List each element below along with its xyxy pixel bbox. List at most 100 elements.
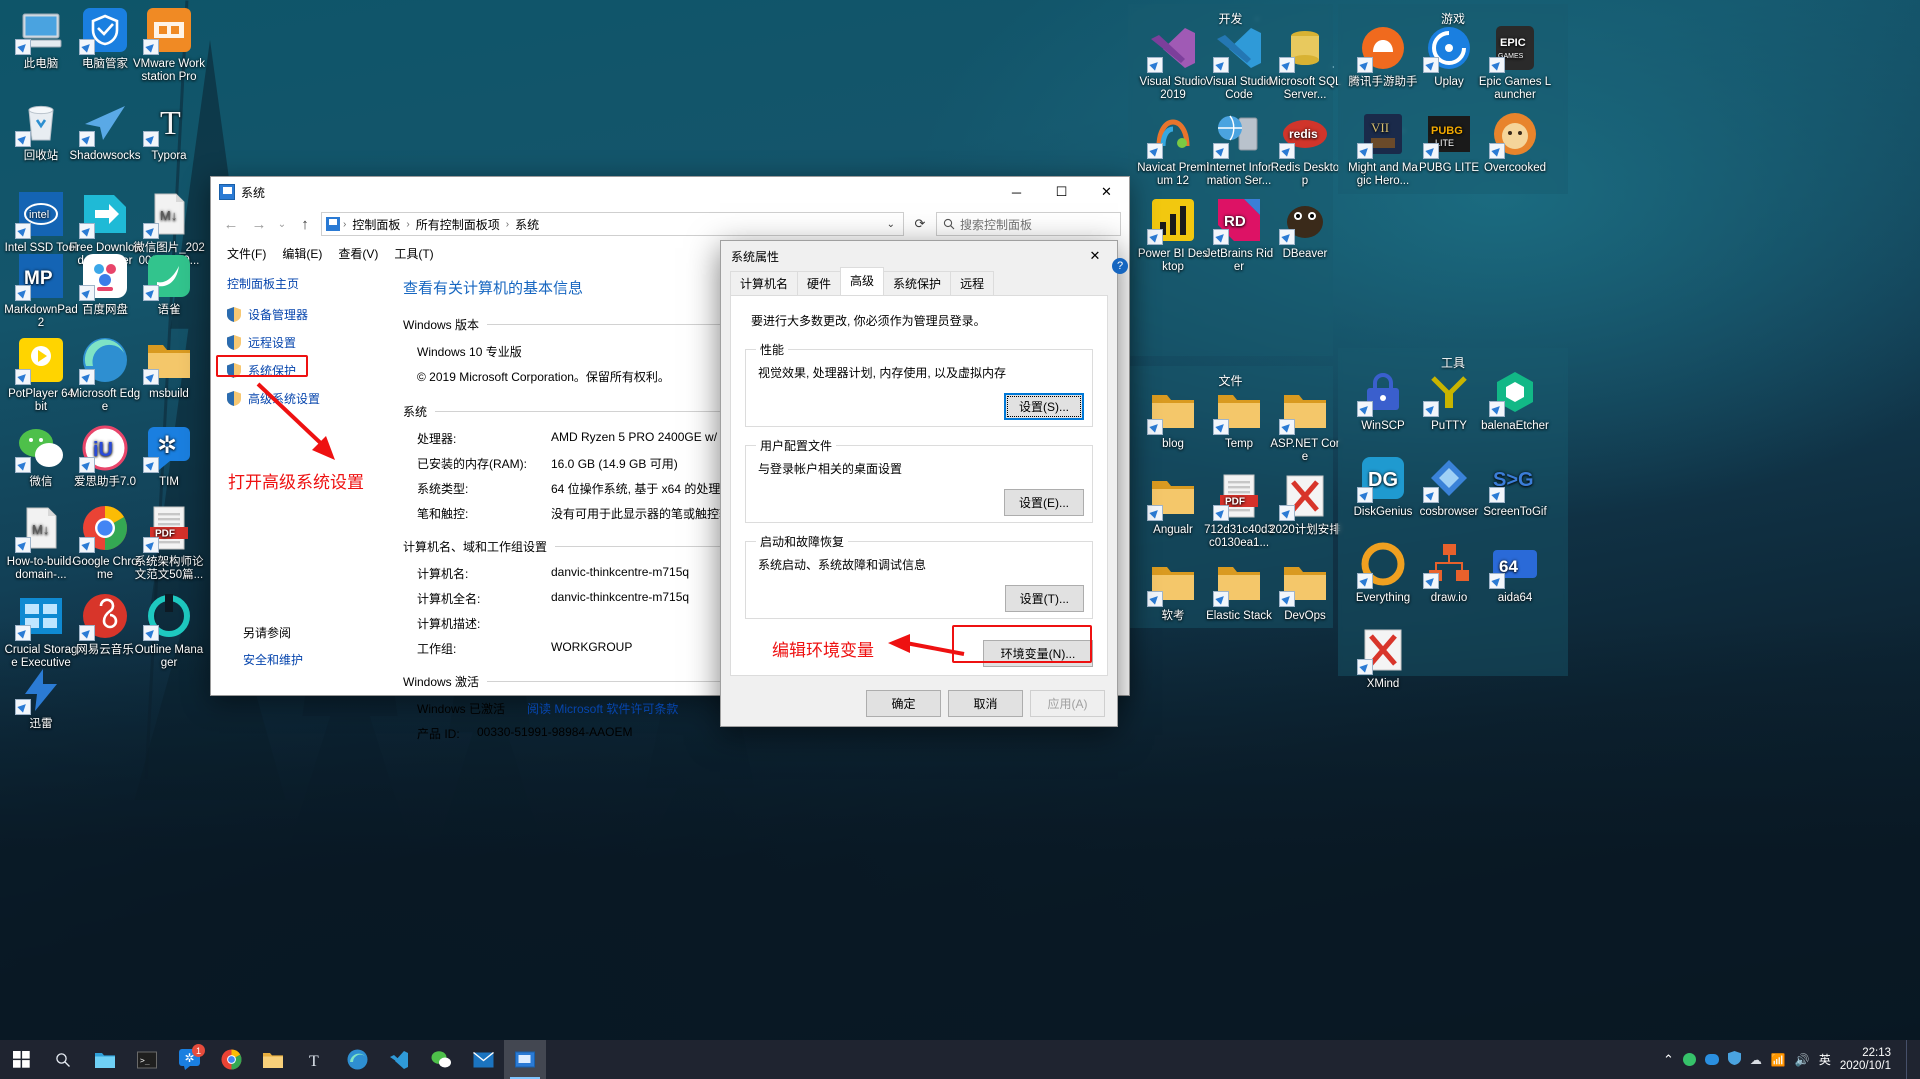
group-0-icon-7[interactable]: RD JetBrains Rider [1202, 196, 1276, 274]
breadcrumb-item-1[interactable]: 所有控制面板项 [413, 215, 503, 234]
menu-file[interactable]: 文件(F) [227, 245, 266, 262]
menu-view[interactable]: 查看(V) [338, 245, 378, 262]
minimize-button[interactable]: ─ [994, 177, 1039, 207]
desktop-icon-20[interactable]: PDF 系统架构师论文范文50篇... [132, 504, 206, 582]
desktop-icon-23[interactable]: Outline Manager [132, 592, 206, 670]
license-terms-link[interactable]: 阅读 Microsoft 软件许可条款 [527, 700, 678, 717]
group-1-icon-5[interactable]: Overcooked [1478, 110, 1552, 175]
group-1-icon-1[interactable]: Uplay [1412, 24, 1486, 89]
taskbar-item-mail[interactable] [462, 1040, 504, 1079]
search-control-panel-box[interactable]: 搜索控制面板 [936, 212, 1121, 236]
performance-settings-button[interactable]: 设置(S)... [1004, 393, 1084, 420]
breadcrumb-item-2[interactable]: 系统 [512, 215, 542, 234]
group-3-icon-1[interactable]: PuTTY [1412, 368, 1486, 433]
tray-expand-chevron-icon[interactable]: ⌃ [1663, 1052, 1674, 1068]
menu-tools[interactable]: 工具(T) [394, 245, 433, 262]
help-icon[interactable]: ? [1112, 258, 1128, 274]
group-3-icon-9[interactable]: XMind [1346, 626, 1420, 691]
close-button[interactable]: ✕ [1084, 177, 1129, 207]
group-0-icon-8[interactable]: DBeaver [1268, 196, 1342, 261]
group-2-icon-3[interactable]: Angualr [1136, 472, 1210, 537]
forward-button[interactable]: → [247, 212, 271, 236]
startup-recovery-settings-button[interactable]: 设置(T)... [1004, 585, 1084, 612]
tray-ime-indicator[interactable]: 英 [1819, 1051, 1831, 1068]
recent-locations-button[interactable]: ⌄ [275, 212, 289, 236]
group-0-icon-6[interactable]: Power BI Desktop [1136, 196, 1210, 274]
group-1-icon-0[interactable]: 腾讯手游助手 [1346, 24, 1420, 89]
desktop-icon-14[interactable]: msbuild [132, 336, 206, 401]
tab-system-protection[interactable]: 系统保护 [883, 271, 952, 296]
group-3-icon-4[interactable]: cosbrowser [1412, 454, 1486, 519]
group-2-icon-7[interactable]: Elastic Stack [1202, 558, 1276, 623]
system-tray[interactable]: ⌃ ☁ 📶 🔊 英 22:13 2020/10/1 [1663, 1040, 1920, 1079]
desktop[interactable]: 此电脑 电脑管家 VMware Workstation Pro 回收站 Shadowso… [0, 0, 1920, 1079]
tab-hardware[interactable]: 硬件 [797, 271, 842, 296]
desktop-icon-22[interactable]: 网易云音乐 [68, 592, 142, 657]
taskbar-search-button[interactable] [42, 1040, 84, 1079]
chevron-down-icon[interactable]: ⌄ [887, 219, 899, 230]
back-button[interactable]: ← [219, 212, 243, 236]
desktop-icon-0[interactable]: 此电脑 [4, 6, 78, 71]
group-1-icon-4[interactable]: PUBG LITE PUBG LITE [1412, 110, 1486, 175]
tray-network-icon[interactable]: 📶 [1771, 1053, 1786, 1067]
desktop-group-game[interactable]: 游戏 腾讯手游助手 Uplay EPIC GAMES Epic Games Launch… [1338, 4, 1568, 194]
dialog-tabs[interactable]: 计算机名 硬件 高级 系统保护 远程 [721, 267, 1117, 296]
group-3-icon-3[interactable]: DG DiskGenius [1346, 454, 1420, 519]
group-2-icon-4[interactable]: PDF 712d31c40d3c0130ea1... [1202, 472, 1276, 550]
group-3-icon-6[interactable]: Everything [1346, 540, 1420, 605]
taskbar-item-edge[interactable] [336, 1040, 378, 1079]
navigation-bar[interactable]: ← → ⌄ ↑ › 控制面板 › 所有控制面板项 › 系统 ⌄ ⟳ 搜索控制面板 [211, 207, 1129, 241]
taskbar[interactable]: >_ ✲ 1 T ⌃ ☁ 📶 🔊 英 22:13 2020/10/1 [0, 1040, 1920, 1079]
desktop-icon-18[interactable]: M↓ How-to-build-domain-... [4, 504, 78, 582]
cancel-button[interactable]: 取消 [948, 689, 1023, 717]
group-3-icon-5[interactable]: S>G ScreenToGif [1478, 454, 1552, 519]
taskbar-item-explorer-window[interactable] [252, 1040, 294, 1079]
desktop-icon-1[interactable]: 电脑管家 [68, 6, 142, 71]
desktop-icon-11[interactable]: 语雀 [132, 252, 206, 317]
show-desktop-button[interactable] [1906, 1040, 1912, 1079]
group-2-icon-0[interactable]: blog [1136, 386, 1210, 451]
desktop-icon-16[interactable]: iU 爱思助手7.0 [68, 424, 142, 489]
taskbar-item-wechat[interactable] [420, 1040, 462, 1079]
maximize-button[interactable]: ☐ [1039, 177, 1084, 207]
taskbar-item-terminal[interactable]: >_ [126, 1040, 168, 1079]
tray-cloud-icon[interactable]: ☁ [1750, 1053, 1762, 1067]
window-titlebar[interactable]: 系统 ─ ☐ ✕ [211, 177, 1129, 207]
up-button[interactable]: ↑ [293, 212, 317, 236]
taskbar-item-typora[interactable]: T [294, 1040, 336, 1079]
group-0-icon-2[interactable]: Microsoft SQL Server... [1268, 24, 1342, 102]
tab-remote[interactable]: 远程 [950, 271, 995, 296]
desktop-icon-4[interactable]: Shadowsocks [68, 98, 142, 163]
sidebar-item-remote-settings[interactable]: 远程设置 [227, 334, 381, 351]
group-2-icon-5[interactable]: 2020计划安排 [1268, 472, 1342, 537]
desktop-icon-13[interactable]: Microsoft Edge [68, 336, 142, 414]
tray-green-dot-icon[interactable] [1682, 1053, 1696, 1066]
desktop-icon-2[interactable]: VMware Workstation Pro [132, 6, 206, 84]
group-2-icon-2[interactable]: ASP.NET Core [1268, 386, 1342, 464]
desktop-group-dev[interactable]: 开发 Visual Studio 2019 Visual Studio Code M… [1128, 4, 1341, 356]
sidebar-control-panel-home[interactable]: 控制面板主页 [227, 275, 299, 292]
group-1-icon-2[interactable]: EPIC GAMES Epic Games Launcher [1478, 24, 1552, 102]
group-3-icon-0[interactable]: WinSCP [1346, 368, 1420, 433]
dialog-titlebar[interactable]: 系统属性 ✕ [721, 241, 1117, 271]
taskbar-item-vscode[interactable] [378, 1040, 420, 1079]
group-0-icon-3[interactable]: Navicat Premium 12 [1136, 110, 1210, 188]
desktop-icon-10[interactable]: 百度网盘 [68, 252, 142, 317]
desktop-icon-9[interactable]: MP MarkdownPad 2 [4, 252, 78, 330]
window-controls[interactable]: ─ ☐ ✕ [994, 177, 1129, 207]
dialog-close-button[interactable]: ✕ [1073, 241, 1117, 271]
taskbar-item-chrome[interactable] [210, 1040, 252, 1079]
group-2-icon-8[interactable]: DevOps [1268, 558, 1342, 623]
desktop-icon-24[interactable]: 迅雷 [4, 666, 78, 731]
group-3-icon-2[interactable]: balenaEtcher [1478, 368, 1552, 433]
desktop-icon-21[interactable]: Crucial Storage Executive [4, 592, 78, 670]
desktop-icon-15[interactable]: 微信 [4, 424, 78, 489]
desktop-icon-5[interactable]: T Typora [132, 98, 206, 163]
desktop-icon-19[interactable]: Google Chrome [68, 504, 142, 582]
refresh-button[interactable]: ⟳ [908, 212, 932, 236]
start-button[interactable] [0, 1040, 42, 1079]
desktop-icon-12[interactable]: PotPlayer 64 bit [4, 336, 78, 414]
breadcrumb-item-0[interactable]: 控制面板 [349, 215, 403, 234]
group-0-icon-4[interactable]: Internet Information Ser... [1202, 110, 1276, 188]
tab-computer-name[interactable]: 计算机名 [730, 271, 799, 296]
